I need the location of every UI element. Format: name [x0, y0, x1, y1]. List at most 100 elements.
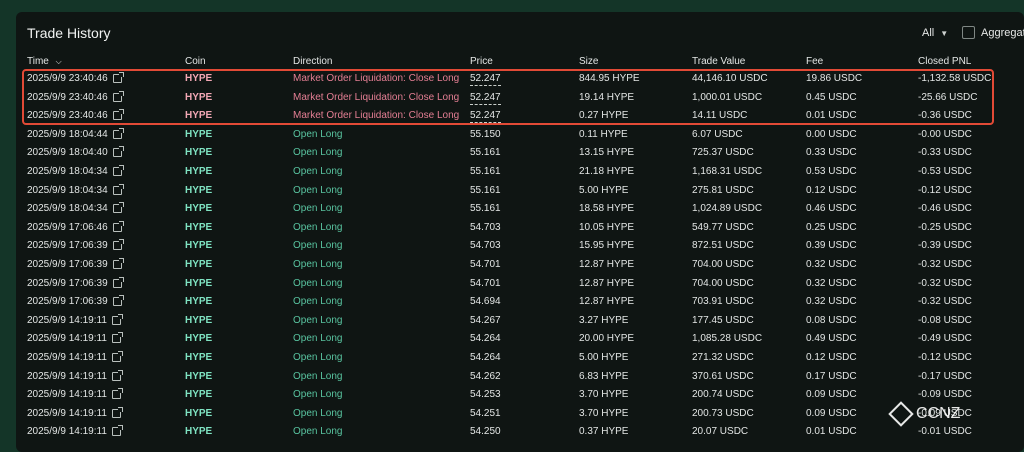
col-fee-header: Fee	[806, 56, 824, 67]
external-link-icon[interactable]	[112, 72, 124, 83]
external-link-icon[interactable]	[112, 202, 124, 214]
external-link-icon[interactable]	[112, 127, 124, 139]
row-fee: 0.46 USDC	[806, 203, 857, 215]
aggregate-checkbox[interactable]	[962, 26, 975, 39]
row-closed-pnl: -0.17 USDC	[918, 370, 972, 382]
external-link-icon[interactable]	[112, 146, 124, 158]
row-coin: HYPE	[185, 314, 213, 326]
row-direction: Open Long	[293, 240, 343, 252]
row-closed-pnl: -0.09 USDC	[918, 389, 972, 401]
external-link-icon[interactable]	[111, 425, 123, 437]
row-direction: Open Long	[293, 296, 343, 308]
row-price: 54.262	[470, 370, 501, 382]
external-link-icon[interactable]	[112, 109, 124, 121]
row-coin: HYPE	[185, 110, 213, 122]
row-coin: HYPE	[185, 166, 213, 177]
row-closed-pnl: -0.08 USDC	[918, 314, 972, 326]
table-row: 2025/9/9 14:19:11 HYPE Open Long 54.264 5.00…	[16, 351, 1024, 370]
row-time: 2025/9/9 18:04:44	[27, 127, 124, 140]
row-direction: Open Long	[293, 203, 343, 215]
col-time-label: Time	[27, 56, 49, 67]
time-text: 2025/9/9 18:04:34	[27, 166, 108, 177]
external-link-icon[interactable]	[111, 388, 123, 400]
external-link-icon[interactable]	[111, 406, 123, 418]
row-size: 10.05 HYPE	[579, 221, 635, 233]
row-time: 2025/9/9 17:06:39	[27, 239, 124, 251]
row-price: 54.250	[470, 426, 501, 438]
row-size: 19.14 HYPE	[579, 91, 635, 103]
row-size: 15.95 HYPE	[579, 240, 635, 252]
external-link-icon[interactable]	[111, 332, 123, 344]
row-time: 2025/9/9 18:04:34	[27, 202, 124, 214]
table-row: 2025/9/9 18:04:40 HYPE Open Long 55.161 13.1…	[16, 146, 1024, 165]
time-text: 2025/9/9 17:06:39	[27, 259, 108, 270]
col-price-header: Price	[470, 56, 493, 67]
row-fee: 0.00 USDC	[806, 128, 857, 140]
time-text: 2025/9/9 17:06:39	[27, 296, 108, 308]
external-link-icon[interactable]	[111, 351, 123, 362]
row-time: 2025/9/9 17:06:39	[27, 295, 124, 308]
row-fee: 0.01 USDC	[806, 110, 857, 122]
row-time: 2025/9/9 14:19:11	[27, 313, 123, 326]
external-link-icon[interactable]	[112, 165, 124, 176]
aggregate-toggle[interactable]: Aggregate	[962, 26, 1024, 39]
time-text: 2025/9/9 23:40:46	[27, 91, 108, 103]
external-link-icon[interactable]	[112, 295, 124, 307]
table-header: Time ⌵ Coin Direction Price Size Trade V…	[16, 56, 1024, 70]
col-size-header: Size	[579, 56, 599, 67]
row-size: 3.27 HYPE	[579, 314, 629, 326]
row-fee: 0.12 USDC	[806, 352, 857, 363]
row-closed-pnl: -0.01 USDC	[918, 426, 972, 438]
row-price[interactable]: 52.247	[470, 92, 501, 105]
row-size: 20.00 HYPE	[579, 333, 635, 345]
row-trade-value: 1,000.01 USDC	[692, 91, 763, 103]
time-text: 2025/9/9 18:04:44	[27, 128, 108, 140]
row-trade-value: 370.61 USDC	[692, 370, 754, 382]
row-closed-pnl: -0.53 USDC	[918, 166, 972, 177]
table-row: 2025/9/9 18:04:34 HYPE Open Long 55.161 18.5…	[16, 202, 1024, 221]
row-price[interactable]: 52.247	[470, 73, 501, 86]
filter-selected: All	[922, 27, 935, 39]
external-link-icon[interactable]	[112, 239, 124, 251]
trade-history-panel: Trade History All ▼ Aggregate Time ⌵ Coi…	[16, 12, 1024, 452]
row-direction: Open Long	[293, 426, 343, 438]
row-fee: 0.39 USDC	[806, 240, 857, 252]
panel-title: Trade History	[27, 25, 111, 41]
row-fee: 0.09 USDC	[806, 389, 857, 401]
table-row: 2025/9/9 17:06:39 HYPE Open Long 54.703 15.9…	[16, 239, 1024, 258]
chevron-down-icon: ▼	[940, 28, 949, 38]
row-size: 18.58 HYPE	[579, 203, 635, 215]
row-size: 3.70 HYPE	[579, 407, 629, 419]
table-row: 2025/9/9 23:40:46 HYPE Market Order Liquid…	[16, 90, 1024, 110]
row-trade-value: 6.07 USDC	[692, 128, 743, 140]
row-size: 5.00 HYPE	[579, 184, 629, 196]
row-closed-pnl: -1,132.58 USDC	[918, 73, 992, 84]
row-closed-pnl: -0.12 USDC	[918, 352, 972, 363]
row-coin: HYPE	[185, 203, 213, 215]
row-coin: HYPE	[185, 352, 213, 363]
external-link-icon[interactable]	[112, 90, 124, 102]
row-trade-value: 20.07 USDC	[692, 426, 749, 438]
row-price: 54.251	[470, 407, 501, 419]
col-time-header[interactable]: Time ⌵	[27, 56, 62, 67]
row-time: 2025/9/9 18:04:34	[27, 183, 124, 196]
external-link-icon[interactable]	[112, 220, 124, 232]
filter-dropdown[interactable]: All ▼	[922, 27, 948, 39]
external-link-icon[interactable]	[111, 313, 123, 325]
row-price: 54.701	[470, 259, 501, 270]
row-time: 2025/9/9 17:06:46	[27, 220, 124, 233]
row-trade-value: 14.11 USDC	[692, 110, 748, 122]
row-time: 2025/9/9 23:40:46	[27, 90, 124, 103]
row-price: 55.161	[470, 203, 501, 215]
table-row: 2025/9/9 14:19:11 HYPE Open Long 54.251 3.70…	[16, 406, 1024, 426]
external-link-icon[interactable]	[112, 183, 124, 195]
row-size: 6.83 HYPE	[579, 370, 629, 382]
row-closed-pnl: -25.66 USDC	[918, 91, 978, 103]
row-price[interactable]: 52.247	[470, 110, 501, 124]
external-link-icon[interactable]	[111, 369, 123, 381]
external-link-icon[interactable]	[112, 276, 124, 288]
row-direction: Open Long	[293, 314, 343, 326]
row-closed-pnl: -0.32 USDC	[918, 277, 972, 289]
external-link-icon[interactable]	[112, 258, 124, 269]
row-time: 2025/9/9 17:06:39	[27, 258, 124, 270]
